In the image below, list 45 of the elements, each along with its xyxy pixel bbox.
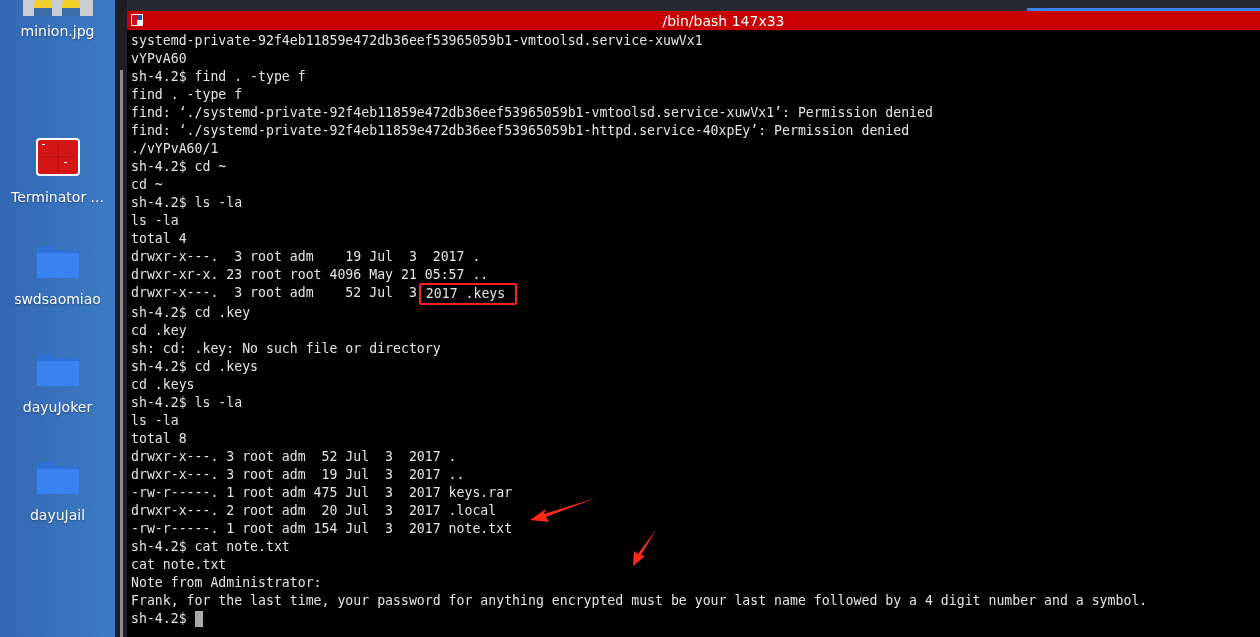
terminal-line: -rw-r-----. 1 root adm 154 Jul 3 2017 note.txt [131, 520, 513, 538]
window-title: /bin/bash 147x33 [662, 11, 785, 30]
icon-label[interactable]: dayuJail [29, 506, 86, 524]
terminal-line: cd .keys [131, 376, 195, 394]
terminal-line: cat note.txt [131, 556, 227, 574]
terminal-line: sh-4.2$ cd .keys [131, 358, 259, 376]
window-menu-icon[interactable] [131, 14, 143, 26]
terminal-line: sh-4.2$ ls -la [131, 194, 243, 212]
shell-prompt: sh-4.2$ [131, 610, 188, 628]
terminal-line: drwxr-x---. 3 root adm 52 Jul 3 2017 . [131, 448, 457, 466]
terminal-icon[interactable] [35, 138, 80, 176]
terminal-line: ls -la [131, 412, 179, 430]
icon-label[interactable]: minion.jpg [20, 22, 95, 40]
terminal-line: sh-4.2$ ls -la [131, 394, 243, 412]
terminal-line: Frank, for the last time, your password for anything encrypted must be your last name followed by a 4 digit number and a symbol. [131, 592, 1148, 610]
terminal-line: ./vYPvA60/1 [131, 140, 219, 158]
terminal-line: find: ‘./systemd-private-92f4eb11859e472db36eef53965059b1-vmtoolsd.service-xuwVx1’: Permission denied [131, 104, 933, 122]
cursor [194, 611, 203, 627]
terminal-line: -rw-r-----. 1 root adm 475 Jul 3 2017 keys.rar [131, 484, 513, 502]
icon-label[interactable]: dayuJoker [22, 398, 93, 416]
scrollbar[interactable] [119, 70, 123, 637]
terminal-line: ls -la [131, 212, 179, 230]
annotation-arrow [530, 498, 596, 524]
terminal-line: sh-4.2$ cd ~ [131, 158, 227, 176]
terminal-line: drwxr-x---. 3 root adm 19 Jul 3 2017 . [131, 248, 481, 266]
terminal-line: drwxr-x---. 3 root adm 52 Jul 3 [131, 284, 417, 302]
terminal-line: sh: cd: .key: No such file or directory [131, 340, 441, 358]
terminal-line: sh-4.2$ find . -type f [131, 68, 306, 86]
terminal-line: drwxr-x---. 3 root adm 19 Jul 3 2017 .. [131, 466, 465, 484]
terminal-line: find: ‘./systemd-private-92f4eb11859e472db36eef53965059b1-httpd.service-40xpEy’: Permission denied [131, 122, 910, 140]
terminal-line: drwxr-x---. 2 root adm 20 Jul 3 2017 .local [131, 502, 497, 520]
highlighted-text: 2017 .keys [418, 283, 518, 305]
terminal-line: cd .key [131, 322, 187, 340]
terminal-line: cd ~ [131, 176, 163, 194]
icon-label[interactable]: swdsaomiao [14, 290, 101, 308]
terminal-line: sh-4.2$ cd .key [131, 304, 251, 322]
terminal-line: total 8 [131, 430, 187, 448]
terminal-line: vYPvA60 [131, 50, 187, 68]
terminal-line: systemd-private-92f4eb11859e472db36eef53965059b1-vmtoolsd.service-xuwVx1 [131, 32, 703, 50]
terminal-line: find . -type f [131, 86, 243, 104]
terminal-line: drwxr-xr-x. 23 root root 4096 May 21 05:57 .. [131, 266, 489, 284]
terminal-line: Note from Administrator: [131, 574, 322, 592]
icon-label[interactable]: Terminator ... [11, 188, 104, 206]
terminal-line: sh-4.2$ cat note.txt [131, 538, 290, 556]
terminal-line: total 4 [131, 230, 187, 248]
